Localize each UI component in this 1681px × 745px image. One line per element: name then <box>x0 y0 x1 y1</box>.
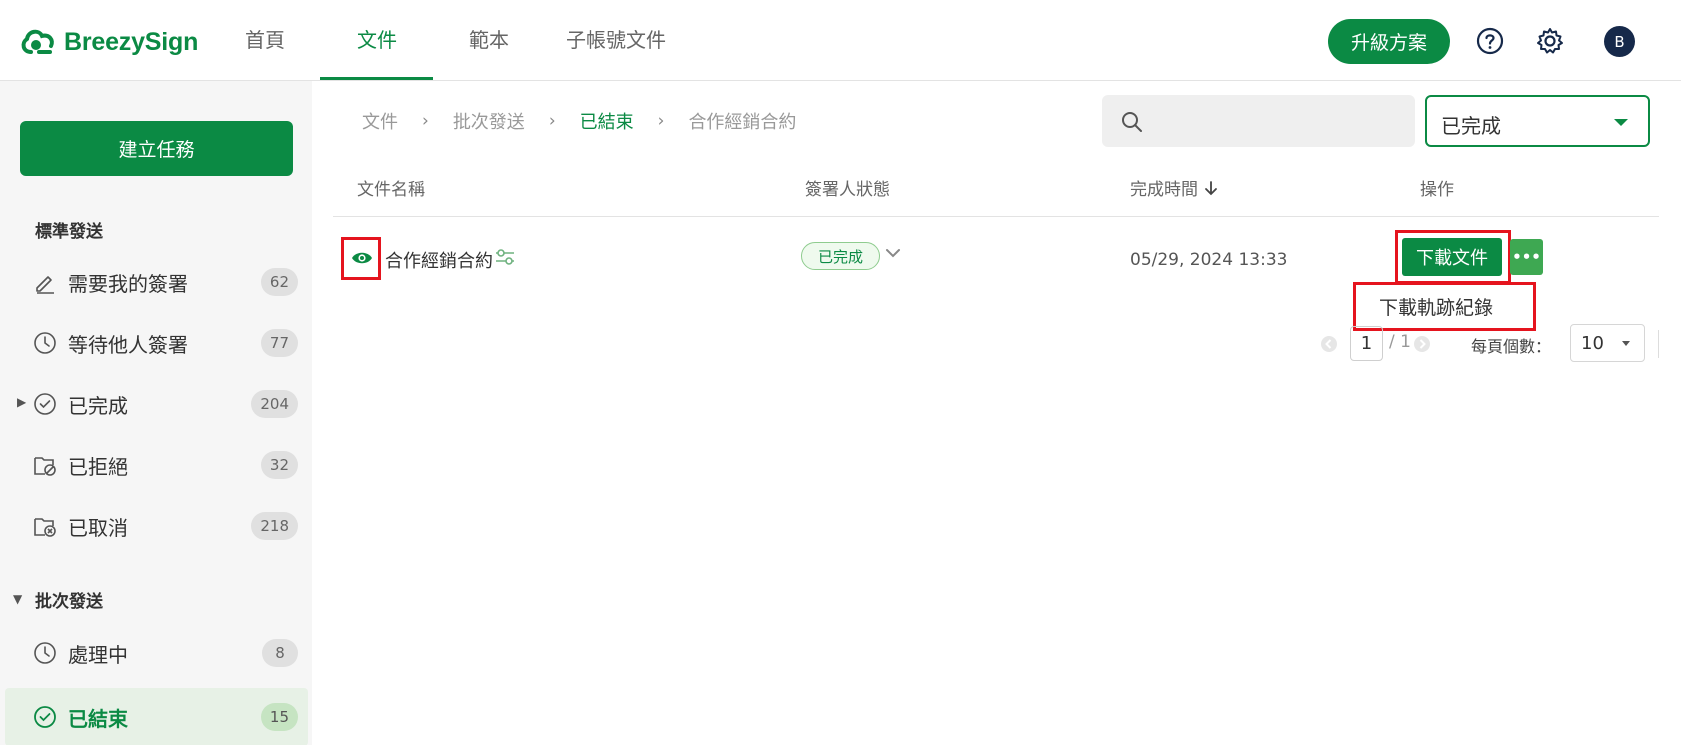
section-title-standard: 標準發送 <box>35 222 103 242</box>
sidebar-item-ended[interactable]: 已結束 15 <box>5 688 308 745</box>
breadcrumb-documents[interactable]: 文件 <box>362 108 398 134</box>
count-badge: 218 <box>251 512 298 540</box>
sidebar-item-needs-my-signature[interactable]: 需要我的簽署 62 <box>5 253 308 311</box>
tab-home[interactable]: 首頁 <box>245 0 285 81</box>
breadcrumb-current-document: 合作經銷合約 <box>688 112 797 133</box>
column-header-label: 完成時間 <box>1130 180 1198 200</box>
adjust-icon[interactable] <box>494 248 516 266</box>
more-actions-button[interactable]: ••• <box>1510 239 1543 275</box>
clock-icon <box>34 332 56 354</box>
search-input[interactable] <box>1102 95 1415 147</box>
caret-down-icon <box>1622 341 1630 346</box>
breadcrumb: 文件 › 批次發送 › 已結束 › 合作經銷合約 <box>362 108 796 134</box>
avatar[interactable]: B <box>1604 26 1635 57</box>
sidebar: 建立任務 標準發送 需要我的簽署 62 等待他人簽署 77 ▶ 已完成 204 … <box>0 81 312 745</box>
caret-right-icon[interactable]: ▶ <box>17 395 26 409</box>
folder-rejected-icon <box>34 457 56 476</box>
folder-cancelled-icon <box>34 518 56 537</box>
chevron-right-icon: › <box>548 111 556 131</box>
sidebar-item-label: 已取消 <box>68 515 128 540</box>
count-badge: 204 <box>251 390 298 418</box>
check-circle-icon <box>34 393 56 415</box>
column-header-document-name: 文件名稱 <box>357 180 425 200</box>
sidebar-item-label: 處理中 <box>68 642 128 667</box>
app-name: BreezySign <box>64 27 199 56</box>
count-badge: 8 <box>262 639 298 667</box>
arrow-down-icon <box>1205 180 1217 195</box>
breadcrumb-ended[interactable]: 已結束 <box>580 108 634 134</box>
search-icon <box>1122 112 1142 132</box>
upgrade-plan-button[interactable]: 升級方案 <box>1328 19 1450 64</box>
gear-icon[interactable] <box>1535 26 1565 56</box>
section-title-batch: 批次發送 <box>35 592 103 612</box>
status-badge: 已完成 <box>801 242 881 270</box>
table-divider <box>333 216 1659 217</box>
clock-icon <box>34 642 56 664</box>
per-page-select[interactable]: 10 <box>1570 324 1645 362</box>
status-filter-value: 已完成 <box>1441 114 1501 138</box>
sidebar-item-waiting-others[interactable]: 等待他人簽署 77 <box>5 314 308 372</box>
tab-documents[interactable]: 文件 <box>357 0 397 81</box>
current-page-input[interactable]: 1 <box>1350 326 1383 361</box>
app-logo[interactable]: BreezySign <box>20 24 198 60</box>
tab-subaccount-documents[interactable]: 子帳號文件 <box>566 0 666 81</box>
help-icon[interactable] <box>1475 26 1505 56</box>
status-filter-select[interactable]: 已完成 <box>1425 95 1650 147</box>
caret-down-icon[interactable]: ▼ <box>13 592 22 606</box>
sidebar-item-completed[interactable]: ▶ 已完成 204 <box>5 375 308 433</box>
caret-down-icon <box>1614 119 1628 126</box>
download-document-button[interactable]: 下載文件 <box>1402 238 1502 276</box>
total-pages: / 1 <box>1389 332 1411 352</box>
create-task-button[interactable]: 建立任務 <box>20 121 293 176</box>
menu-item-download-audit-trail[interactable]: 下載軌跡紀錄 <box>1353 282 1536 331</box>
column-header-actions: 操作 <box>1420 180 1454 200</box>
pen-icon <box>36 276 54 294</box>
per-page-label: 每頁個數： <box>1471 337 1552 356</box>
next-page-icon[interactable] <box>1413 335 1431 353</box>
sidebar-item-rejected[interactable]: 已拒絕 32 <box>5 436 308 494</box>
chevron-down-icon[interactable] <box>885 247 901 259</box>
column-header-signer-status: 簽署人狀態 <box>805 180 890 200</box>
chevron-right-icon: › <box>422 111 429 131</box>
sidebar-item-cancelled[interactable]: 已取消 218 <box>5 497 308 555</box>
sidebar-item-processing[interactable]: 處理中 8 <box>5 624 308 682</box>
top-bar: BreezySign 首頁 文件 範本 子帳號文件 升級方案 B <box>0 0 1681 81</box>
sidebar-item-label: 等待他人簽署 <box>68 332 188 357</box>
breezysign-logo-icon <box>21 29 54 54</box>
count-badge: 77 <box>260 329 298 357</box>
sidebar-item-label: 已結束 <box>68 706 128 731</box>
chevron-right-icon: › <box>657 111 665 131</box>
previous-page-icon[interactable] <box>1320 335 1338 353</box>
breadcrumb-batch-send[interactable]: 批次發送 <box>453 108 525 134</box>
count-badge: 32 <box>260 451 298 479</box>
sidebar-item-label: 已完成 <box>68 393 128 418</box>
tab-templates[interactable]: 範本 <box>469 0 509 81</box>
column-header-completed-time[interactable]: 完成時間 <box>1130 175 1218 200</box>
eye-icon[interactable] <box>351 250 373 266</box>
completed-time: 05/29, 2024 13:33 <box>1130 250 1288 270</box>
document-name[interactable]: 合作經銷合約 <box>385 247 493 273</box>
per-page-value: 10 <box>1581 333 1604 354</box>
sidebar-item-label: 需要我的簽署 <box>68 271 188 296</box>
check-circle-icon <box>34 706 56 728</box>
count-badge: 62 <box>260 268 298 296</box>
sidebar-item-label: 已拒絕 <box>68 454 128 479</box>
active-tab-indicator <box>320 77 433 80</box>
divider <box>1658 330 1659 358</box>
count-badge: 15 <box>260 703 298 731</box>
